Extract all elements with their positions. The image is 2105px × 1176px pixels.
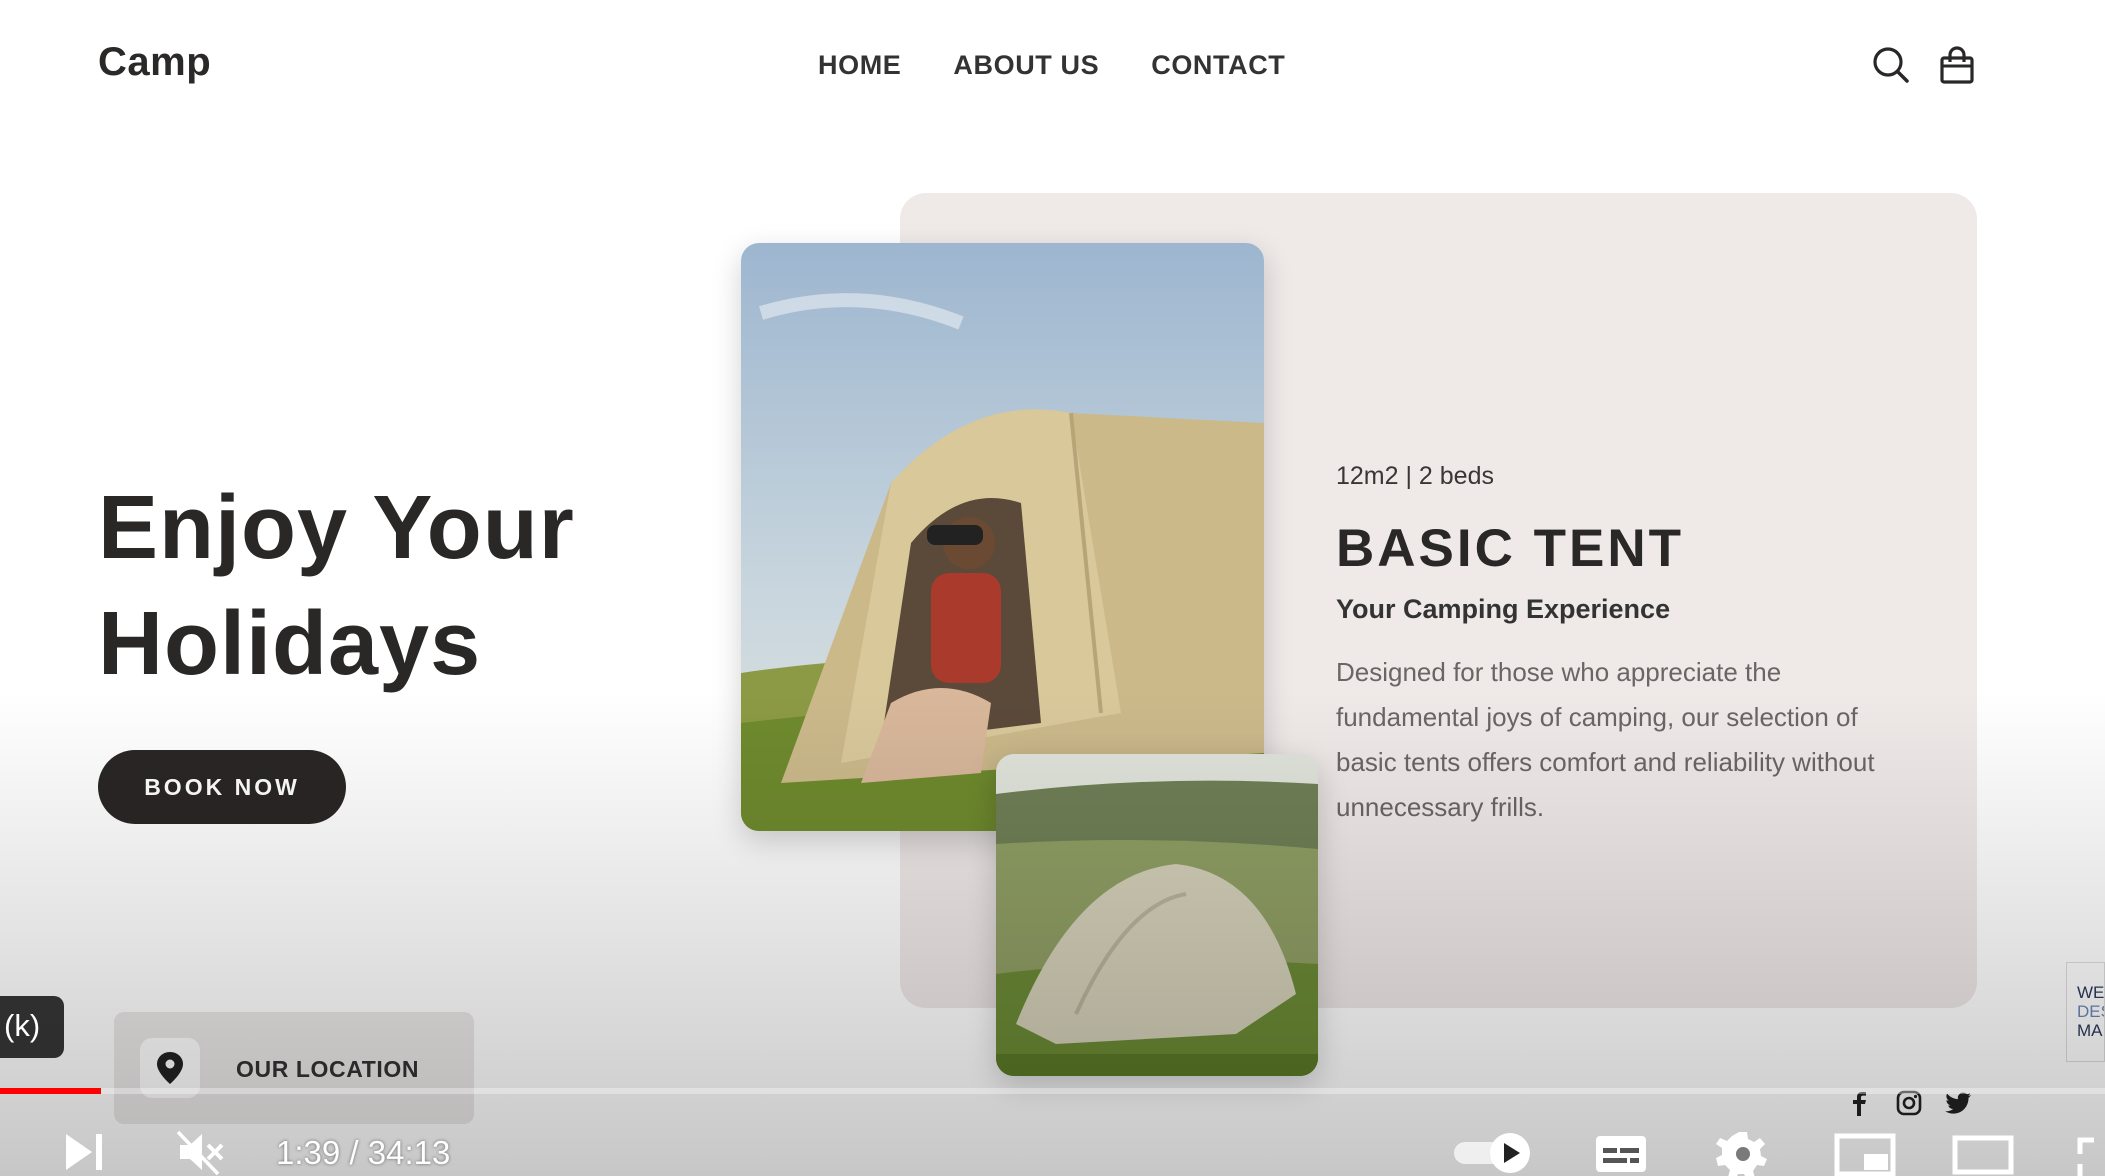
- brand-logo[interactable]: Camp: [98, 40, 211, 85]
- progress-played: [0, 1088, 102, 1094]
- book-now-button[interactable]: BOOK NOW: [98, 750, 346, 824]
- next-icon[interactable]: [58, 1128, 112, 1176]
- side-badge-line-2: DES: [2077, 1002, 2104, 1021]
- product-specs: 12m2 | 2 beds: [1336, 462, 1494, 490]
- video-progress-bar[interactable]: [0, 1088, 2105, 1094]
- hero-title-line-1: Enjoy Your: [98, 478, 575, 578]
- hero-title-line-2: Holidays: [98, 594, 482, 694]
- tent-photo-main: [741, 243, 1264, 831]
- nav-home[interactable]: HOME: [818, 50, 901, 81]
- nav-contact[interactable]: CONTACT: [1151, 50, 1285, 81]
- search-icon[interactable]: [1870, 44, 1912, 86]
- video-time: 1:39 / 34:13: [276, 1134, 451, 1171]
- main-nav: HOME ABOUT US CONTACT: [818, 50, 1285, 81]
- fullscreen-icon[interactable]: [2076, 1128, 2105, 1176]
- keyboard-shortcut-badge: (k): [0, 996, 64, 1058]
- our-location-label: OUR LOCATION: [236, 1056, 420, 1082]
- theater-icon[interactable]: [1952, 1128, 2014, 1176]
- hero-title: Enjoy Your Holidays: [98, 470, 575, 702]
- side-badge[interactable]: WE DES MA: [2066, 962, 2105, 1062]
- mute-icon[interactable]: [174, 1128, 228, 1176]
- product-subtitle: Your Camping Experience: [1336, 594, 1671, 624]
- settings-icon[interactable]: [1716, 1128, 1770, 1176]
- tent-photo-small: [996, 754, 1318, 1076]
- subtitles-icon[interactable]: [1594, 1128, 1648, 1176]
- side-badge-line-1: WE: [2077, 983, 2105, 1002]
- side-badge-line-3: MA: [2077, 1021, 2103, 1040]
- autoplay-toggle[interactable]: [1452, 1128, 1534, 1176]
- nav-about-us[interactable]: ABOUT US: [953, 50, 1099, 81]
- our-location-box[interactable]: OUR LOCATION: [114, 1012, 474, 1124]
- product-title: BASIC TENT: [1336, 519, 1684, 578]
- miniplayer-icon[interactable]: [1834, 1128, 1896, 1176]
- shopping-bag-icon[interactable]: [1936, 44, 1978, 86]
- product-description: Designed for those who appreciate the fu…: [1336, 657, 1875, 822]
